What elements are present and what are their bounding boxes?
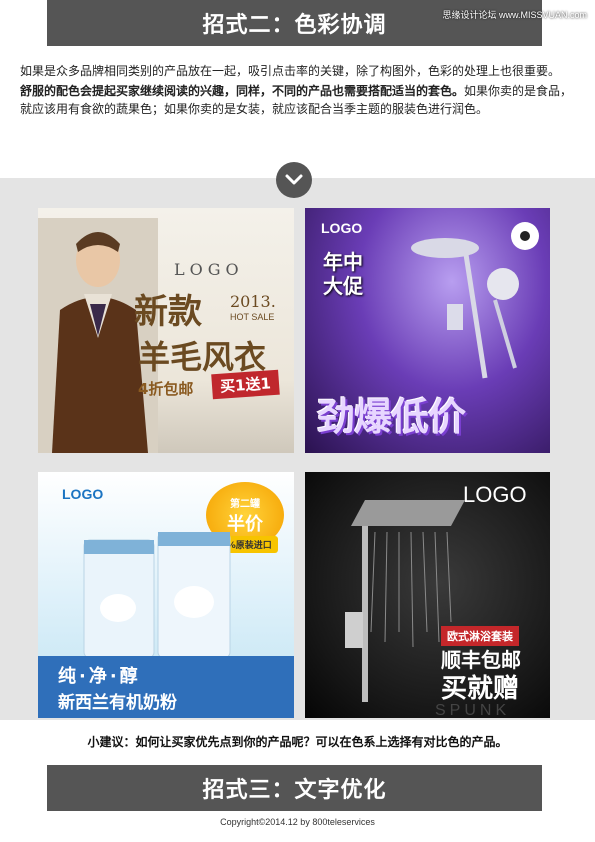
shower-headline: 年中大促	[323, 250, 363, 298]
coat-year: 2013.	[230, 292, 276, 311]
coat-title-new: 新款	[134, 292, 202, 332]
product-card-coat[interactable]: LOGO 新款 2013. HOT SALE 羊毛风衣 4折包邮 买1送1	[38, 208, 294, 453]
milk-product-name: 新西兰有机奶粉	[58, 693, 177, 713]
badge-top-text: 第二罐	[230, 498, 260, 510]
buy-gift-text: 买就赠	[441, 674, 520, 704]
section-title: 招式二：色彩协调	[202, 13, 387, 38]
shower-burst-text: 劲爆低价	[317, 395, 466, 439]
intro-text: 如果是众多品牌相同类别的产品放在一起，吸引点击率的关键，除了构图外，色彩的处理上…	[20, 62, 576, 120]
coat-hot-sale: HOT SALE	[230, 312, 275, 322]
product-card-shower-dark[interactable]: LOGO 欧式淋浴套装 顺丰包邮 买就赠 SPUNK	[305, 472, 550, 718]
next-section-banner: 招式三：文字优化	[47, 765, 542, 811]
section-title-banner: 招式二：色彩协调	[47, 0, 542, 46]
shower-head-image	[411, 222, 539, 379]
chevron-down-icon	[276, 162, 312, 198]
intro-emphasis: 舒服的配色会提起买家继续阅读的兴趣，同样，不同的产品也需要搭配适当的套色。	[20, 84, 465, 98]
card-logo: LOGO	[321, 220, 363, 236]
tip-text: 小建议：如何让买家优先点到你的产品呢？可以在色系上选择有对比色的产品。	[87, 735, 508, 749]
coat-tag: 买1送1	[211, 369, 280, 400]
brand-mark: SPUNK	[435, 702, 511, 718]
milk-can-image	[83, 532, 231, 659]
card-logo: LOGO	[174, 260, 244, 279]
product-card-milk[interactable]: LOGO 第二罐 半价 100%原装进口 纯·净·醇 新西兰有机奶粉	[38, 472, 294, 718]
watermark: 思缘设计论坛 www.MISSVUAN.com	[442, 10, 587, 20]
milk-tagline: 纯·净·醇	[58, 666, 141, 687]
coat-promo: 4折包邮	[138, 380, 194, 398]
next-section-title: 招式三：文字优化	[202, 778, 387, 803]
copyright-text: Copyright©2014.12 by 800teleservices	[220, 817, 375, 827]
card-logo: LOGO	[62, 486, 104, 502]
shower-set-label: 欧式淋浴套装	[441, 626, 519, 646]
intro-paragraph-1: 如果是众多品牌相同类别的产品放在一起，吸引点击率的关键，除了构图外，色彩的处理上…	[20, 64, 561, 78]
intro-paragraph-2: 舒服的配色会提起买家继续阅读的兴趣，同样，不同的产品也需要搭配适当的套色。如果你…	[20, 82, 576, 118]
product-card-shower-purple[interactable]: LOGO 年中大促 劲爆低价	[305, 208, 550, 453]
